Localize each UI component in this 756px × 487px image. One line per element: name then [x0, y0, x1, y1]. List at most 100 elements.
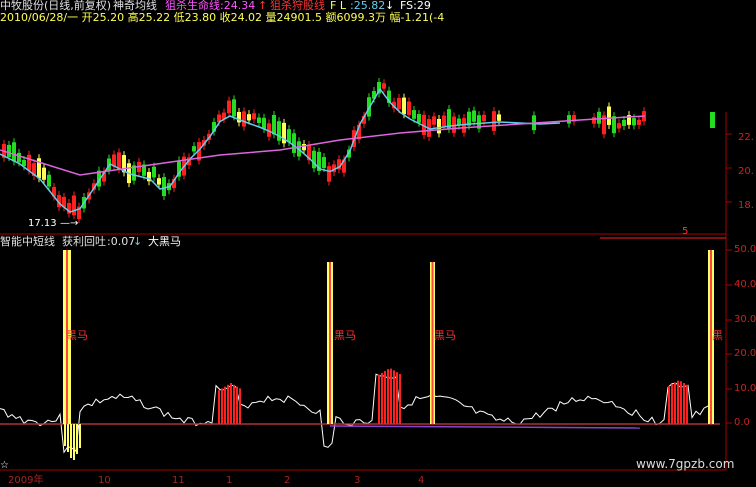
red-volume-bar: [236, 386, 238, 424]
candle: [417, 114, 421, 123]
price-tick: 22.: [738, 132, 754, 143]
candle: [47, 174, 51, 187]
candle: [247, 114, 251, 121]
candle: [42, 167, 46, 180]
dark-horse-signal-core: [329, 262, 331, 424]
candle: [452, 116, 456, 133]
indicator-tick: 30.0: [734, 314, 756, 325]
price-tick: 20.: [738, 166, 754, 177]
date-tick: 11: [172, 475, 185, 486]
candle: [592, 117, 596, 124]
red-volume-bar: [683, 383, 685, 424]
candle: [492, 111, 496, 131]
yellow-dip-bar: [64, 424, 66, 446]
candle: [272, 115, 276, 135]
indicator-tick: 20.0: [734, 348, 756, 359]
purple-baseline: [329, 425, 641, 429]
candle: [252, 113, 256, 120]
red-volume-bar: [381, 372, 383, 424]
candle: [152, 166, 156, 178]
candle: [12, 142, 16, 162]
red-volume-bar: [227, 384, 229, 424]
candle: [432, 116, 436, 125]
big-dark-horse-label: 大黑马: [148, 235, 181, 248]
profit-taking-value: :0.07: [107, 235, 136, 248]
candle: [497, 114, 501, 121]
candle: [302, 144, 306, 151]
candle: [312, 150, 316, 169]
low-price-arrow: —→: [60, 218, 79, 229]
red-volume-bar: [221, 388, 223, 424]
candle: [442, 115, 446, 127]
red-volume-bar: [378, 374, 380, 424]
candle: [412, 110, 416, 119]
price-tick: 18.: [738, 200, 754, 211]
red-volume-bar: [387, 369, 389, 424]
candle: [607, 106, 611, 125]
red-volume-bar: [230, 383, 232, 424]
red-volume-bar: [233, 384, 235, 424]
dark-horse-signal-label: 黑马: [334, 329, 356, 342]
candle: [287, 129, 291, 143]
red-volume-bar: [671, 384, 673, 424]
date-tick: 10: [98, 475, 111, 486]
candle: [437, 118, 441, 134]
candle: [327, 166, 331, 182]
candle: [567, 115, 571, 124]
candle: [232, 99, 236, 117]
red-volume-bar: [686, 384, 688, 424]
candle: [7, 144, 11, 157]
candle: [322, 157, 326, 168]
red-volume-bar: [680, 381, 682, 424]
candle: [622, 119, 626, 126]
candle: [277, 121, 281, 141]
candle: [397, 97, 401, 110]
candle: [292, 133, 296, 153]
stock-chart-window: 中牧股份(日线,前复权) 神奇均线 狙杀生命线 :24.34 ↑ 狙杀狩股线 F…: [0, 0, 756, 487]
red-volume-bar: [674, 382, 676, 424]
candle: [632, 118, 636, 126]
yellow-dip-bar: [70, 424, 72, 458]
red-volume-bar: [668, 386, 670, 424]
red-volume-bar: [396, 372, 398, 424]
red-volume-bar: [677, 380, 679, 424]
candle: [262, 117, 266, 129]
marker-value: 5: [682, 226, 689, 237]
candle: [382, 83, 386, 89]
candle: [482, 114, 486, 122]
red-volume-bar: [224, 386, 226, 424]
candle: [117, 152, 121, 170]
watermark: www.7gpzb.com: [636, 457, 735, 471]
candle: [472, 110, 476, 122]
yellow-dip-bar: [76, 424, 78, 454]
red-volume-bar: [393, 370, 395, 424]
candle: [402, 97, 406, 115]
candle: [227, 100, 231, 114]
yellow-dip-bar: [79, 424, 81, 448]
indicator-tick: 10.0: [734, 383, 756, 394]
red-volume-bar: [384, 371, 386, 424]
dark-horse-signal-label: 黑马: [434, 329, 456, 342]
date-tick: 2: [284, 475, 291, 486]
quote-line: 2010/06/28/一 开25.20 高25.22 低23.80 收24.02…: [0, 11, 445, 24]
date-tick: 2009年: [8, 475, 44, 486]
candle: [27, 154, 31, 171]
dark-horse-signal-label: 黑马: [66, 329, 88, 342]
profit-taking-arrow: ↓: [133, 235, 143, 248]
date-tick: 4: [418, 475, 425, 486]
indicator-tick: 40.0: [734, 279, 756, 290]
candle: [192, 146, 196, 152]
indicator-tick: 0.0: [734, 417, 750, 428]
candle: [407, 101, 411, 116]
low-price-annotation: 17.13: [28, 218, 57, 229]
star-icon: ☆: [0, 460, 9, 471]
date-tick: 3: [354, 475, 361, 486]
candle: [710, 112, 715, 128]
indicator-tick: 50.0: [734, 244, 756, 255]
candle: [157, 178, 161, 185]
candle: [257, 117, 261, 123]
red-volume-bar: [399, 374, 401, 424]
candle: [242, 111, 246, 127]
sub-indicator-title: 智能中短线: [0, 235, 55, 248]
candle: [597, 111, 601, 124]
